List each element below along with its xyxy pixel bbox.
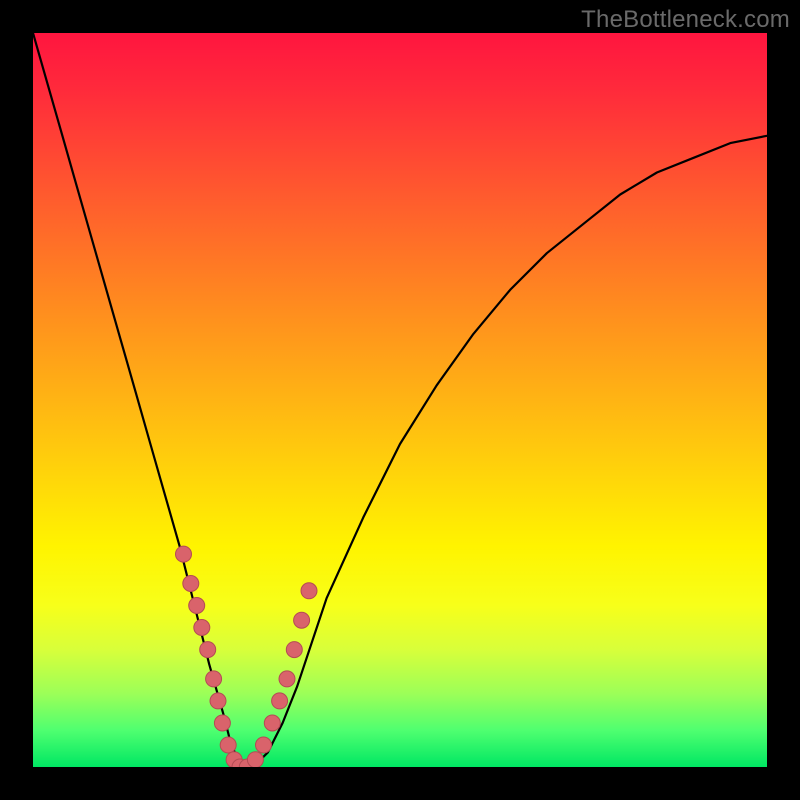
marker-point [206, 671, 222, 687]
marker-point [194, 620, 210, 636]
marker-point [200, 642, 216, 658]
watermark-text: TheBottleneck.com [581, 6, 790, 34]
marker-point [189, 598, 205, 614]
marker-point [210, 693, 226, 709]
bottleneck-curve [33, 33, 767, 767]
highlight-markers [176, 546, 318, 767]
marker-point [183, 576, 199, 592]
marker-point [279, 671, 295, 687]
marker-point [256, 737, 272, 753]
marker-point [247, 752, 263, 767]
marker-point [301, 583, 317, 599]
marker-point [272, 693, 288, 709]
marker-point [176, 546, 192, 562]
chart-stage: TheBottleneck.com [0, 0, 800, 800]
marker-point [264, 715, 280, 731]
chart-overlay [33, 33, 767, 767]
marker-point [214, 715, 230, 731]
marker-point [286, 642, 302, 658]
marker-point [294, 612, 310, 628]
plot-area [33, 33, 767, 767]
marker-point [220, 737, 236, 753]
